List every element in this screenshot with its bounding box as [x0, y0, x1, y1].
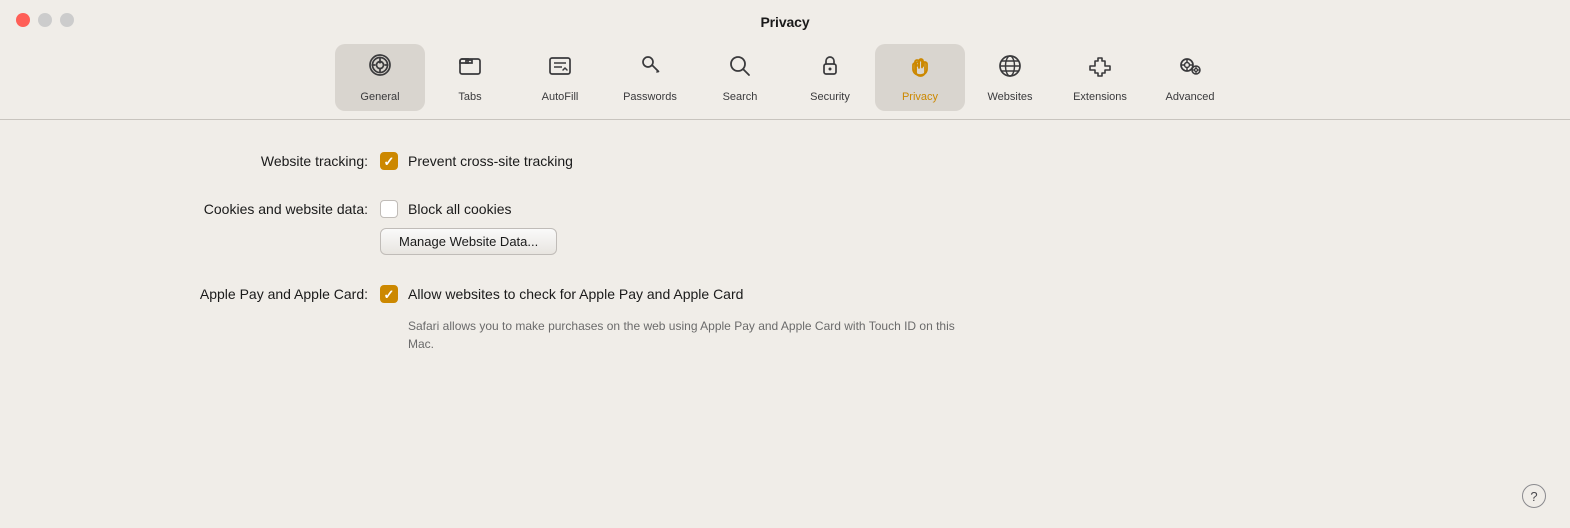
- websites-icon: [996, 52, 1024, 85]
- website-tracking-checkbox-row: ✓ Prevent cross-site tracking: [380, 152, 573, 170]
- autofill-icon: [546, 52, 574, 85]
- privacy-icon: [906, 52, 934, 85]
- close-button[interactable]: [16, 13, 30, 27]
- tab-websites[interactable]: Websites: [965, 44, 1055, 111]
- cookies-row: Cookies and website data: Block all cook…: [40, 200, 1530, 255]
- tab-search-label: Search: [723, 91, 758, 103]
- checkmark-icon: ✓: [384, 155, 395, 168]
- toolbar: General Tabs AutoFill: [0, 40, 1570, 119]
- tab-extensions[interactable]: Extensions: [1055, 44, 1145, 111]
- advanced-icon: [1176, 52, 1204, 85]
- apple-pay-checkbox-label: Allow websites to check for Apple Pay an…: [408, 286, 743, 302]
- tab-security-label: Security: [810, 91, 850, 103]
- passwords-icon: [636, 52, 664, 85]
- tab-websites-label: Websites: [987, 91, 1032, 103]
- tab-tabs-label: Tabs: [458, 91, 481, 103]
- tab-passwords[interactable]: Passwords: [605, 44, 695, 111]
- tab-tabs[interactable]: Tabs: [425, 44, 515, 111]
- extensions-icon: [1086, 52, 1114, 85]
- tab-privacy-label: Privacy: [902, 91, 938, 103]
- cookies-label: Cookies and website data:: [40, 200, 380, 217]
- apple-pay-label: Apple Pay and Apple Card:: [40, 285, 380, 302]
- tab-advanced[interactable]: Advanced: [1145, 44, 1235, 111]
- website-tracking-checkbox[interactable]: ✓: [380, 152, 398, 170]
- tab-search[interactable]: Search: [695, 44, 785, 111]
- help-button[interactable]: ?: [1522, 484, 1546, 508]
- tab-general[interactable]: General: [335, 44, 425, 111]
- minimize-button[interactable]: [38, 13, 52, 27]
- tab-extensions-label: Extensions: [1073, 91, 1127, 103]
- window-title: Privacy: [760, 14, 809, 30]
- cookies-checkbox-row: Block all cookies: [380, 200, 512, 218]
- cookies-control: Block all cookies Manage Website Data...: [380, 200, 557, 255]
- apple-pay-checkbox-row: ✓ Allow websites to check for Apple Pay …: [380, 285, 743, 303]
- website-tracking-control: ✓ Prevent cross-site tracking: [380, 152, 573, 170]
- apple-pay-row: Apple Pay and Apple Card: ✓ Allow websit…: [40, 285, 1530, 353]
- website-tracking-label: Website tracking:: [40, 152, 380, 169]
- tab-security[interactable]: Security: [785, 44, 875, 111]
- content-area: Website tracking: ✓ Prevent cross-site t…: [0, 120, 1570, 415]
- website-tracking-row: Website tracking: ✓ Prevent cross-site t…: [40, 152, 1530, 170]
- security-icon: [816, 52, 844, 85]
- window-controls: [16, 13, 74, 27]
- cookies-checkbox[interactable]: [380, 200, 398, 218]
- search-icon: [726, 52, 754, 85]
- tab-autofill-label: AutoFill: [542, 91, 579, 103]
- tab-privacy[interactable]: Privacy: [875, 44, 965, 111]
- apple-pay-control: ✓ Allow websites to check for Apple Pay …: [380, 285, 968, 353]
- apple-pay-description: Safari allows you to make purchases on t…: [408, 317, 968, 353]
- title-bar: Privacy: [0, 0, 1570, 40]
- apple-pay-checkbox[interactable]: ✓: [380, 285, 398, 303]
- manage-website-data-button[interactable]: Manage Website Data...: [380, 228, 557, 255]
- tab-passwords-label: Passwords: [623, 91, 677, 103]
- general-icon: [366, 52, 394, 85]
- checkmark-icon: ✓: [384, 288, 395, 301]
- cookies-checkbox-label: Block all cookies: [408, 201, 512, 217]
- tab-general-label: General: [360, 91, 399, 103]
- maximize-button[interactable]: [60, 13, 74, 27]
- tab-autofill[interactable]: AutoFill: [515, 44, 605, 111]
- tab-advanced-label: Advanced: [1166, 91, 1215, 103]
- website-tracking-checkbox-label: Prevent cross-site tracking: [408, 153, 573, 169]
- tabs-icon: [456, 52, 484, 85]
